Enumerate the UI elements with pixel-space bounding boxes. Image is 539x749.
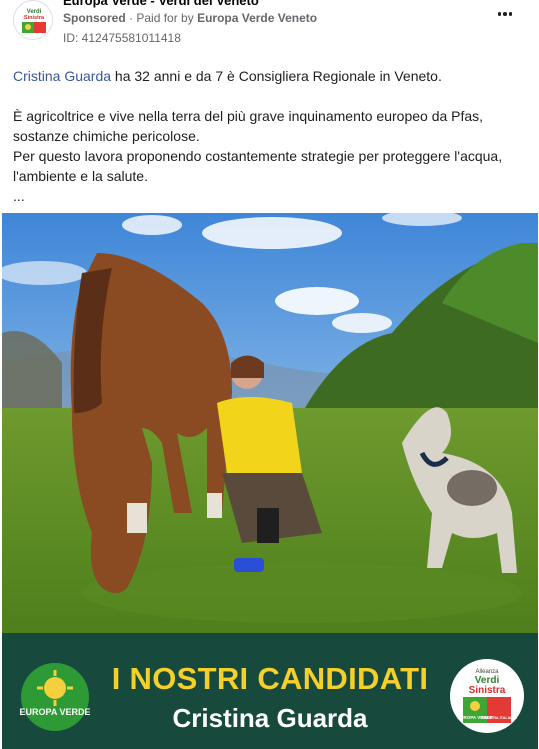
see-more-ellipsis[interactable]: ... (13, 186, 528, 206)
paid-for-name[interactable]: Europa Verde Veneto (197, 11, 317, 25)
post-header: Verdi Sinistra Europa Verde - Verdi del … (0, 0, 539, 56)
mention-link[interactable]: Cristina Guarda (13, 68, 111, 84)
post-media[interactable]: EUROPA VERDE I NOSTRI CANDIDATI Cristina… (2, 213, 538, 749)
post-line: È agricoltrice e vive nella terra del pi… (13, 108, 484, 124)
post-line: sostanze chimiche pericolose. (13, 128, 200, 144)
post-text: Cristina Guarda ha 32 anni e da 7 è Cons… (13, 66, 528, 206)
post-line: Per questo lavora proponendo costantemen… (13, 148, 503, 164)
sponsored-line: Sponsored · Paid for by Europa Verde Ven… (63, 11, 317, 25)
avs-logo-si: SINISTRA ITALIANA (481, 716, 517, 720)
sponsored-label: Sponsored (63, 11, 126, 25)
more-options-icon-dot (503, 12, 507, 16)
avatar-text-sinistra: Sinistra (24, 15, 45, 21)
page-avatar[interactable]: Verdi Sinistra (13, 0, 53, 40)
post-line-1-rest: ha 32 anni e da 7 è Consigliera Regional… (111, 68, 442, 84)
avs-logo-sinistra: Sinistra (469, 685, 506, 696)
ad-id: ID: 412475581011418 (63, 31, 181, 45)
more-options-button[interactable] (493, 6, 517, 22)
more-options-icon (497, 12, 502, 16)
post-paragraph-1: Cristina Guarda ha 32 anni e da 7 è Cons… (13, 66, 528, 86)
more-options-icon-dot (508, 12, 513, 16)
avs-logo: Alleanza Verdi Sinistra EUROPA VERDE SIN… (450, 659, 524, 733)
party-logo-icon: Verdi Sinistra (15, 2, 52, 39)
candidate-photo (2, 213, 538, 633)
page-name[interactable]: Europa Verde - Verdi del Veneto (63, 0, 259, 8)
paid-for-prefix: · Paid for by (129, 11, 194, 25)
post-line: l'ambiente e la salute. (13, 168, 148, 184)
